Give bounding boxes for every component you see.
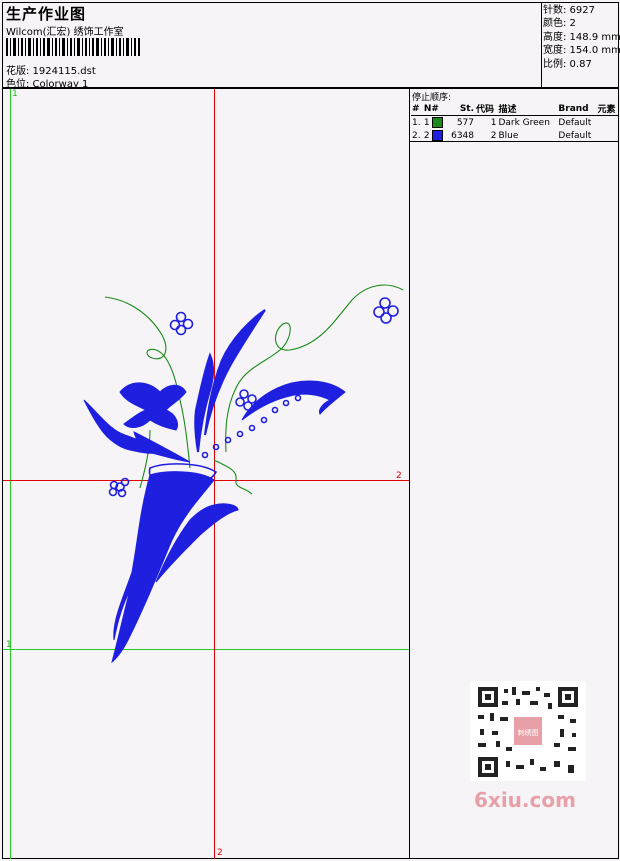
leaf-swoop [241,380,346,421]
flower-head [119,382,187,431]
qr-code: 刺绣图 [470,681,586,781]
watermark-site: 6xiu.com [474,788,576,812]
leaf-curl [133,431,191,463]
vine-lower [213,459,253,495]
vine-right [225,284,404,453]
blossom-center [239,389,249,399]
blossom-right [379,297,391,309]
qr-pattern: 刺绣图 [478,687,578,777]
qr-logo-text: 刺绣图 [518,728,539,737]
blossom-top [175,311,187,323]
